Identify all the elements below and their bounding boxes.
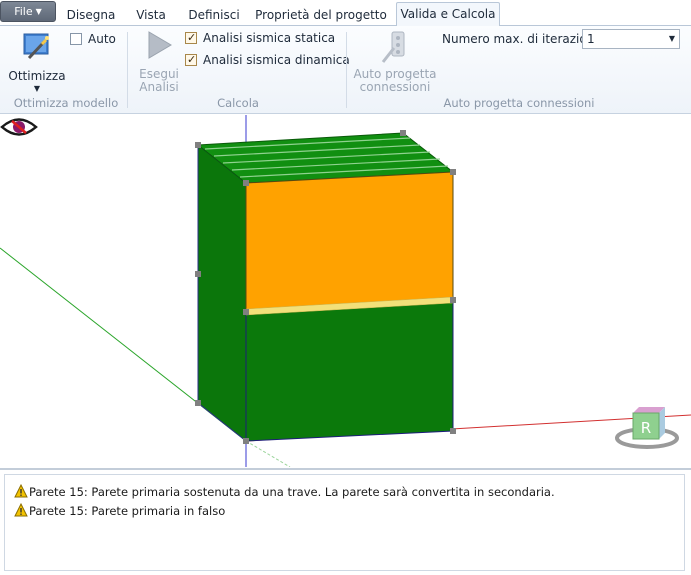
optimize-button[interactable]: Ottimizza ▼ (8, 30, 66, 93)
auto-design-connections-button[interactable]: Auto progetta connessioni (352, 30, 438, 94)
connection-wand-icon (381, 31, 405, 63)
file-menu-button[interactable]: File ▼ (0, 1, 56, 22)
view-cube[interactable]: R (615, 407, 679, 449)
messages-panel: Parete 15: Parete primaria sostenuta da … (0, 468, 691, 575)
tab-proprieta-progetto[interactable]: Proprietà del progetto (252, 4, 390, 26)
ribbon-separator (346, 32, 347, 108)
view-cube-label: R (641, 419, 651, 437)
model-3d-canvas: R (0, 115, 691, 467)
max-iterations-value: 1 (587, 32, 595, 46)
axis-y-hidden-line (245, 440, 291, 467)
wall-left-face[interactable] (197, 143, 247, 443)
max-iterations-select[interactable]: 1 ▼ (582, 29, 680, 49)
play-icon (148, 31, 172, 59)
group-label-optimize: Ottimizza modello (13, 96, 119, 110)
wall-front-lower[interactable] (245, 299, 454, 442)
tab-valida-calcola[interactable]: Valida e Calcola (396, 2, 500, 27)
message-item[interactable]: Parete 15: Parete primaria sostenuta da … (14, 484, 555, 500)
run-analysis-button[interactable]: Esegui Analisi (134, 30, 184, 94)
warning-icon (14, 503, 28, 517)
ribbon-tab-bar: File ▼ Disegna Vista Definisci Proprietà … (0, 0, 691, 27)
message-text: Parete 15: Parete primaria in falso (29, 504, 226, 518)
message-text: Parete 15: Parete primaria sostenuta da … (29, 485, 555, 499)
dynamic-analysis-label: Analisi sismica dinamica (203, 53, 350, 67)
auto-design-label-2: connessioni (359, 80, 431, 94)
message-item[interactable]: Parete 15: Parete primaria in falso (14, 503, 225, 519)
ribbon-panel: Ottimizza ▼ Auto Ottimizza modello Esegu… (0, 26, 691, 114)
magic-wand-icon (23, 33, 49, 60)
auto-checkbox-label: Auto (88, 32, 116, 46)
tab-disegna[interactable]: Disegna (62, 4, 120, 26)
tab-vista[interactable]: Vista (126, 4, 176, 26)
static-analysis-label: Analisi sismica statica (203, 31, 336, 45)
file-menu-label: File (14, 5, 33, 18)
auto-checkbox-box[interactable] (70, 33, 82, 45)
chevron-down-icon: ▼ (668, 34, 675, 43)
ribbon-separator (127, 32, 128, 108)
messages-list[interactable]: Parete 15: Parete primaria sostenuta da … (4, 474, 685, 571)
chevron-down-icon: ▼ (35, 7, 42, 16)
dynamic-analysis-checkbox-box[interactable] (185, 52, 197, 68)
wall-15-highlighted[interactable] (245, 171, 454, 313)
tab-definisci[interactable]: Definisci (182, 4, 246, 26)
group-label-connections: Auto progetta connessioni (443, 96, 595, 110)
model-3d-viewport[interactable]: R (0, 115, 691, 467)
warning-icon (14, 484, 28, 498)
static-analysis-checkbox-box[interactable] (185, 30, 197, 46)
group-label-calcola: Calcola (217, 96, 259, 110)
hidden-eye-icon[interactable] (0, 115, 38, 139)
run-analysis-label-2: Analisi (139, 80, 179, 94)
chevron-down-icon: ▼ (33, 84, 41, 93)
max-iterations-label: Numero max. di iterazioni (442, 32, 598, 46)
